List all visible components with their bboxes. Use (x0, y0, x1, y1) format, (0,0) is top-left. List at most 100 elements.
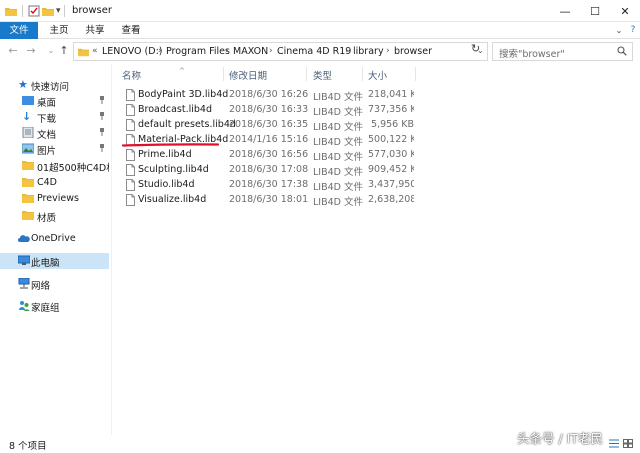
file-type: LIB4D 文件 (313, 182, 363, 193)
navigation-pane: ★ 快速访问 桌面 ↓ 下载 文档 图片 01超500种C4D材质 C4D Pr… (0, 64, 110, 435)
close-button[interactable]: ✕ (610, 0, 640, 22)
search-input[interactable]: 搜索"browser" (492, 42, 633, 61)
column-separator[interactable] (223, 67, 224, 81)
sidebar-item-documents[interactable]: 文档 (0, 125, 109, 141)
breadcrumb-chevron: « (92, 46, 98, 56)
file-date: 2018/6/30 18:01 (229, 194, 309, 205)
folder-icon (22, 211, 34, 220)
breadcrumb-drive[interactable]: LENOVO (D:) (102, 46, 162, 57)
file-size: 3,437,950 KB (368, 179, 414, 190)
column-header-type[interactable]: 类型 (313, 68, 332, 82)
file-size: 577,030 KB (368, 149, 414, 160)
tab-view[interactable]: 查看 (116, 22, 146, 39)
file-date: 2014/1/16 15:16 (229, 134, 309, 145)
expand-ribbon-icon[interactable]: ⌄ (612, 22, 626, 39)
file-icon (126, 104, 135, 116)
help-icon[interactable]: ? (626, 22, 640, 39)
sidebar-item-label: 此电脑 (31, 258, 60, 269)
sidebar-item-desktop[interactable]: 桌面 (0, 93, 109, 109)
forward-button[interactable]: → (25, 44, 37, 58)
pane-divider[interactable] (111, 64, 112, 435)
table-row[interactable]: Prime.lib4d 2018/6/30 16:56 LIB4D 文件 577… (113, 148, 640, 163)
minimize-button[interactable]: — (550, 0, 580, 22)
file-type: LIB4D 文件 (313, 167, 363, 178)
table-row[interactable]: Studio.lib4d 2018/6/30 17:38 LIB4D 文件 3,… (113, 178, 640, 193)
sidebar-item-downloads[interactable]: ↓ 下载 (0, 109, 109, 125)
new-folder-icon[interactable] (42, 5, 54, 17)
column-separator[interactable] (306, 67, 307, 81)
sidebar-item-label: 材质 (37, 213, 57, 224)
pin-icon (100, 112, 104, 120)
customize-toolbar-icon[interactable]: ▾ (56, 5, 68, 17)
breadcrumb-browser[interactable]: browser (394, 46, 432, 57)
file-name: BodyPaint 3D.lib4d (138, 89, 229, 100)
column-separator[interactable] (362, 67, 363, 81)
breadcrumb-cinema4d[interactable]: Cinema 4D R19 (277, 46, 351, 57)
table-row[interactable]: Sculpting.lib4d 2018/6/30 17:08 LIB4D 文件… (113, 163, 640, 178)
file-date: 2018/6/30 16:33 (229, 104, 309, 115)
sidebar-item-homegroup[interactable]: 家庭组 (0, 298, 109, 314)
table-row[interactable]: Visualize.lib4d 2018/6/30 18:01 LIB4D 文件… (113, 193, 640, 208)
tab-share[interactable]: 共享 (80, 22, 110, 39)
sidebar-item-pictures[interactable]: 图片 (0, 141, 109, 157)
file-type: LIB4D 文件 (313, 152, 363, 163)
sidebar-item-network[interactable]: 网络 (0, 276, 109, 292)
refresh-button[interactable]: ↻ (471, 42, 480, 55)
maximize-button[interactable]: ☐ (580, 0, 610, 22)
folder-icon (5, 8, 17, 16)
breadcrumb-library[interactable]: library (353, 46, 384, 57)
file-icon (126, 194, 135, 206)
large-icons-view-icon[interactable] (623, 439, 633, 448)
window-title: browser (72, 5, 113, 16)
table-row[interactable]: BodyPaint 3D.lib4d 2018/6/30 16:26 LIB4D… (113, 88, 640, 103)
file-type: LIB4D 文件 (313, 92, 363, 103)
pin-icon (100, 128, 104, 136)
sidebar-item-label: 01超500种C4D材质 (37, 163, 109, 174)
network-icon (18, 278, 30, 289)
column-header-name[interactable]: 名称 ^ (122, 67, 185, 82)
sidebar-item-folder-materials[interactable]: 材质 (0, 208, 109, 224)
separator (22, 5, 23, 17)
tab-home[interactable]: 主页 (44, 22, 74, 39)
homegroup-icon (19, 301, 30, 311)
address-bar[interactable]: « LENOVO (D:) › Program Files › MAXON › … (73, 42, 488, 61)
properties-icon[interactable] (28, 5, 40, 17)
file-size: 500,122 KB (368, 134, 414, 145)
recent-locations-icon[interactable]: ⌄ (45, 44, 57, 58)
table-row[interactable]: Broadcast.lib4d 2018/6/30 16:33 LIB4D 文件… (113, 103, 640, 118)
file-name: Sculpting.lib4d (138, 164, 209, 175)
file-date: 2018/6/30 17:08 (229, 164, 309, 175)
details-view-icon[interactable] (609, 439, 619, 448)
sidebar-item-label: OneDrive (31, 233, 76, 244)
breadcrumb-chevron: › (158, 46, 162, 56)
back-button[interactable]: ← (7, 44, 19, 58)
tab-file[interactable]: 文件 (0, 22, 38, 39)
file-icon (126, 119, 135, 131)
breadcrumb-maxon[interactable]: MAXON (233, 46, 268, 57)
column-separator[interactable] (415, 67, 416, 81)
sidebar-item-folder-previews[interactable]: Previews (0, 191, 109, 207)
navigation-bar: ← → ⌄ ↑ « LENOVO (D:) › Program Files › … (0, 39, 640, 63)
file-icon (126, 89, 135, 101)
up-button[interactable]: ↑ (58, 44, 70, 58)
star-icon: ★ (18, 78, 28, 91)
sidebar-item-label: C4D (37, 177, 57, 188)
column-header-size[interactable]: 大小 (368, 68, 387, 82)
file-size: 909,452 KB (368, 164, 414, 175)
sidebar-item-folder-c4d-materials[interactable]: 01超500种C4D材质 (0, 158, 109, 174)
sidebar-item-folder-c4d[interactable]: C4D (0, 175, 109, 191)
title-bar: ▾ browser — ☐ ✕ (0, 0, 640, 22)
sidebar-item-label: 快速访问 (31, 82, 70, 93)
sidebar-item-this-pc[interactable]: 此电脑 (0, 253, 109, 269)
breadcrumb-program-files[interactable]: Program Files (166, 46, 230, 57)
pin-icon (100, 144, 104, 152)
search-placeholder: 搜索"browser" (499, 49, 565, 60)
sidebar-item-onedrive[interactable]: OneDrive (0, 231, 109, 247)
file-type: LIB4D 文件 (313, 137, 363, 148)
sidebar-item-quick-access[interactable]: ★ 快速访问 (0, 77, 109, 93)
column-header-date[interactable]: 修改日期 (229, 68, 267, 82)
folder-icon (22, 161, 34, 170)
table-row[interactable]: default presets.lib4d 2018/6/30 16:35 LI… (113, 118, 640, 133)
sidebar-item-label: 桌面 (37, 98, 57, 109)
pin-icon (100, 96, 104, 104)
